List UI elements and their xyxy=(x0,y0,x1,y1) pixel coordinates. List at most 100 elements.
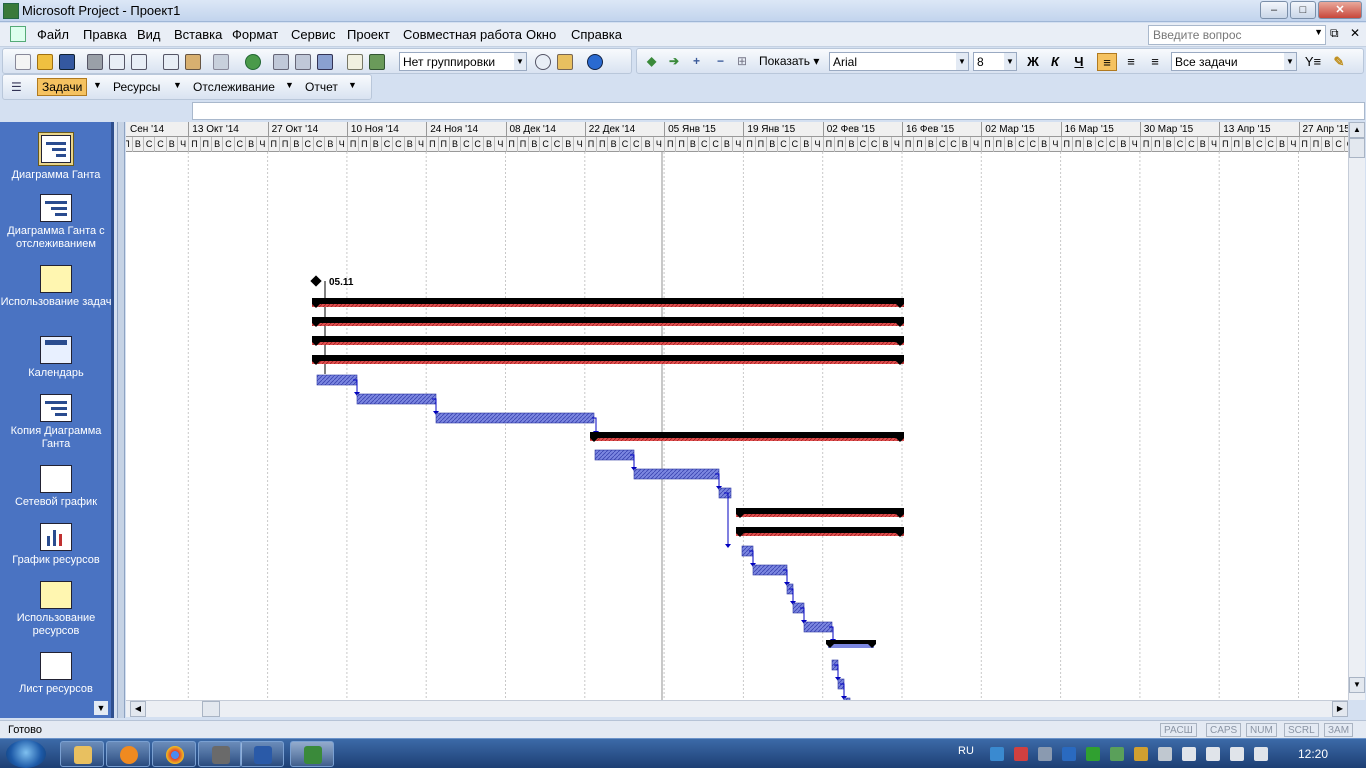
gantt-wizard-icon[interactable]: ✎ xyxy=(1329,53,1349,71)
new-icon[interactable] xyxy=(15,54,31,70)
task-bar[interactable] xyxy=(435,412,595,424)
yellow-tray-icon[interactable] xyxy=(1134,747,1148,761)
network-tray-icon[interactable] xyxy=(990,747,1004,761)
underline-button[interactable]: Ч xyxy=(1069,53,1089,71)
language-indicator[interactable]: RU xyxy=(958,745,974,757)
font-size-select[interactable]: 8 ▼ xyxy=(973,52,1017,71)
ask-dropdown-icon[interactable]: ▼ xyxy=(1314,27,1323,37)
align-center-icon[interactable]: ≡ xyxy=(1121,53,1141,71)
horizontal-scroll-thumb[interactable] xyxy=(202,701,220,717)
chevron-down-icon[interactable]: ▼ xyxy=(514,53,526,70)
split-task-icon[interactable] xyxy=(317,54,333,70)
autofilter-icon[interactable]: Y≡ xyxy=(1303,53,1323,71)
help-icon[interactable] xyxy=(587,54,603,70)
font-select[interactable]: Arial ▼ xyxy=(829,52,969,71)
task-bar[interactable] xyxy=(633,468,720,480)
show-button[interactable]: Показать ▾ xyxy=(759,54,819,68)
start-button[interactable] xyxy=(6,740,46,768)
task-bar[interactable] xyxy=(356,393,437,405)
hyperlink-icon[interactable] xyxy=(245,54,261,70)
italic-button[interactable]: К xyxy=(1045,53,1065,71)
chevron-down-icon[interactable]: ▼ xyxy=(93,80,102,90)
antivirus-tray-icon[interactable] xyxy=(1014,747,1028,761)
chevron-down-icon[interactable]: ▼ xyxy=(348,80,357,90)
maximize-button[interactable]: □ xyxy=(1290,1,1316,19)
doc-close-button[interactable]: ✕ xyxy=(1350,26,1360,40)
print-preview-icon[interactable] xyxy=(109,54,125,70)
save-icon[interactable] xyxy=(59,54,75,70)
taskbar-app-4[interactable] xyxy=(198,741,242,767)
sync-tray-icon[interactable] xyxy=(1062,747,1076,761)
minimize-button[interactable]: – xyxy=(1260,1,1288,19)
paste-icon[interactable] xyxy=(185,54,201,70)
menu-insert[interactable]: Вставка xyxy=(174,27,222,42)
menu-file[interactable]: Файл xyxy=(37,27,69,42)
go-to-task-icon[interactable] xyxy=(557,54,573,70)
task-info-icon[interactable] xyxy=(347,54,363,70)
summary-progress[interactable] xyxy=(828,644,874,648)
device-tray-icon[interactable] xyxy=(1206,747,1220,761)
arrow-left-icon[interactable]: ◆ xyxy=(647,54,656,68)
ask-question-input[interactable]: Введите вопрос ▼ xyxy=(1148,25,1326,45)
taskbar-word[interactable] xyxy=(240,741,284,767)
menu-window[interactable]: Окно xyxy=(526,27,556,42)
volume-tray-icon[interactable] xyxy=(1254,747,1268,761)
guide-tracking-button[interactable]: Отслеживание xyxy=(193,80,275,94)
taskbar-media-player[interactable] xyxy=(106,741,150,767)
chevron-down-icon[interactable]: ▼ xyxy=(285,80,294,90)
chevron-down-icon[interactable]: ▼ xyxy=(173,80,182,90)
chevron-down-icon[interactable]: ▼ xyxy=(1284,53,1296,70)
pane-splitter[interactable] xyxy=(117,122,125,718)
close-button[interactable]: ✕ xyxy=(1318,1,1362,19)
view-gantt-chart[interactable]: Диаграмма Ганта xyxy=(0,132,112,182)
display-tray-icon[interactable] xyxy=(1230,747,1244,761)
menu-tools[interactable]: Сервис xyxy=(291,27,336,42)
zoom-in-icon[interactable] xyxy=(535,54,551,70)
unlink-tasks-icon[interactable] xyxy=(295,54,311,70)
arrow-right-icon[interactable]: ➔ xyxy=(669,54,679,68)
chevron-down-icon[interactable]: ▼ xyxy=(956,53,968,70)
view-network-diagram[interactable]: Сетевой график xyxy=(0,465,112,509)
start-milestone[interactable] xyxy=(310,275,322,287)
grouping-select[interactable]: Нет группировки ▼ xyxy=(399,52,527,71)
clock[interactable]: 12:20 xyxy=(1298,747,1328,761)
scroll-left-icon[interactable]: ◀ xyxy=(130,701,146,717)
green-tray-icon[interactable] xyxy=(1110,747,1124,761)
spelling-icon[interactable] xyxy=(131,54,147,70)
menu-collaborate[interactable]: Совместная работа xyxy=(403,27,522,42)
link-arrow-icon[interactable] xyxy=(725,544,731,548)
scroll-right-icon[interactable]: ▶ xyxy=(1332,701,1348,717)
task-bar[interactable] xyxy=(803,621,833,633)
task-bar[interactable] xyxy=(752,564,788,576)
menu-edit[interactable]: Правка xyxy=(83,27,127,42)
align-right-icon[interactable]: ≡ xyxy=(1145,53,1165,71)
assign-resources-icon[interactable] xyxy=(369,54,385,70)
task-bar[interactable] xyxy=(594,449,635,461)
flag-tray-icon[interactable] xyxy=(1182,747,1196,761)
link-tasks-icon[interactable] xyxy=(273,54,289,70)
align-left-icon[interactable]: ≡ xyxy=(1097,53,1117,71)
view-task-usage[interactable]: Использование задач xyxy=(0,265,112,309)
view-calendar[interactable]: Календарь xyxy=(0,336,112,380)
view-resource-sheet[interactable]: Лист ресурсов xyxy=(0,652,112,696)
vertical-scroll-thumb[interactable] xyxy=(1349,138,1365,158)
view-resource-graph[interactable]: График ресурсов xyxy=(0,523,112,567)
task-bar[interactable] xyxy=(316,374,358,386)
view-resource-usage[interactable]: Использование ресурсов xyxy=(0,581,112,638)
menu-project[interactable]: Проект xyxy=(347,27,390,42)
view-tracking-gantt[interactable]: Диаграмма Ганта с отслеживанием xyxy=(0,194,112,251)
open-icon[interactable] xyxy=(37,54,53,70)
undo-icon[interactable] xyxy=(213,54,229,70)
document-icon[interactable] xyxy=(10,26,26,42)
chevron-down-icon[interactable]: ▼ xyxy=(1004,53,1016,70)
guide-report-button[interactable]: Отчет xyxy=(305,80,338,94)
scroll-up-icon[interactable]: ▲ xyxy=(1349,122,1365,138)
menu-view[interactable]: Вид xyxy=(137,27,161,42)
vertical-scrollbar[interactable]: ▲ ▼ xyxy=(1348,122,1365,700)
indent-icon[interactable]: + xyxy=(693,54,700,68)
doc-restore-button[interactable]: ⧉ xyxy=(1330,26,1339,41)
show-subtasks-icon[interactable]: ⊞ xyxy=(737,54,747,68)
entry-bar-input[interactable] xyxy=(192,102,1365,120)
taskbar-chrome[interactable] xyxy=(152,741,196,767)
lock-tray-icon[interactable] xyxy=(1158,747,1172,761)
